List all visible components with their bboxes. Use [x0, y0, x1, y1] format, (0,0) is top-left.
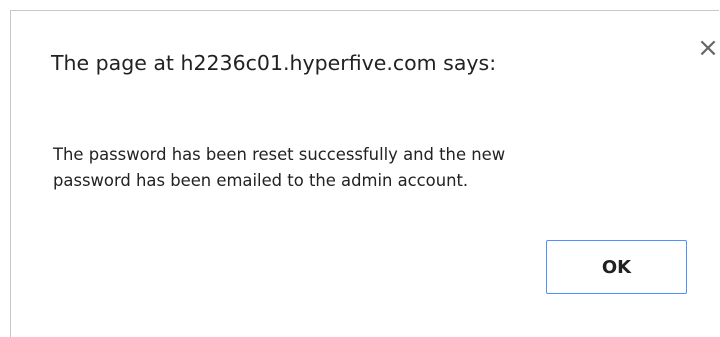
dialog-title: The page at h2236c01.hyperfive.com says:: [51, 51, 497, 75]
dialog-message: The password has been reset successfully…: [53, 142, 693, 194]
ok-button[interactable]: OK: [546, 240, 687, 294]
dialog-message-line: The password has been reset successfully…: [53, 145, 506, 164]
close-icon[interactable]: ×: [695, 33, 720, 63]
alert-dialog: The page at h2236c01.hyperfive.com says:…: [10, 10, 719, 337]
dialog-message-line: password has been emailed to the admin a…: [53, 171, 469, 190]
